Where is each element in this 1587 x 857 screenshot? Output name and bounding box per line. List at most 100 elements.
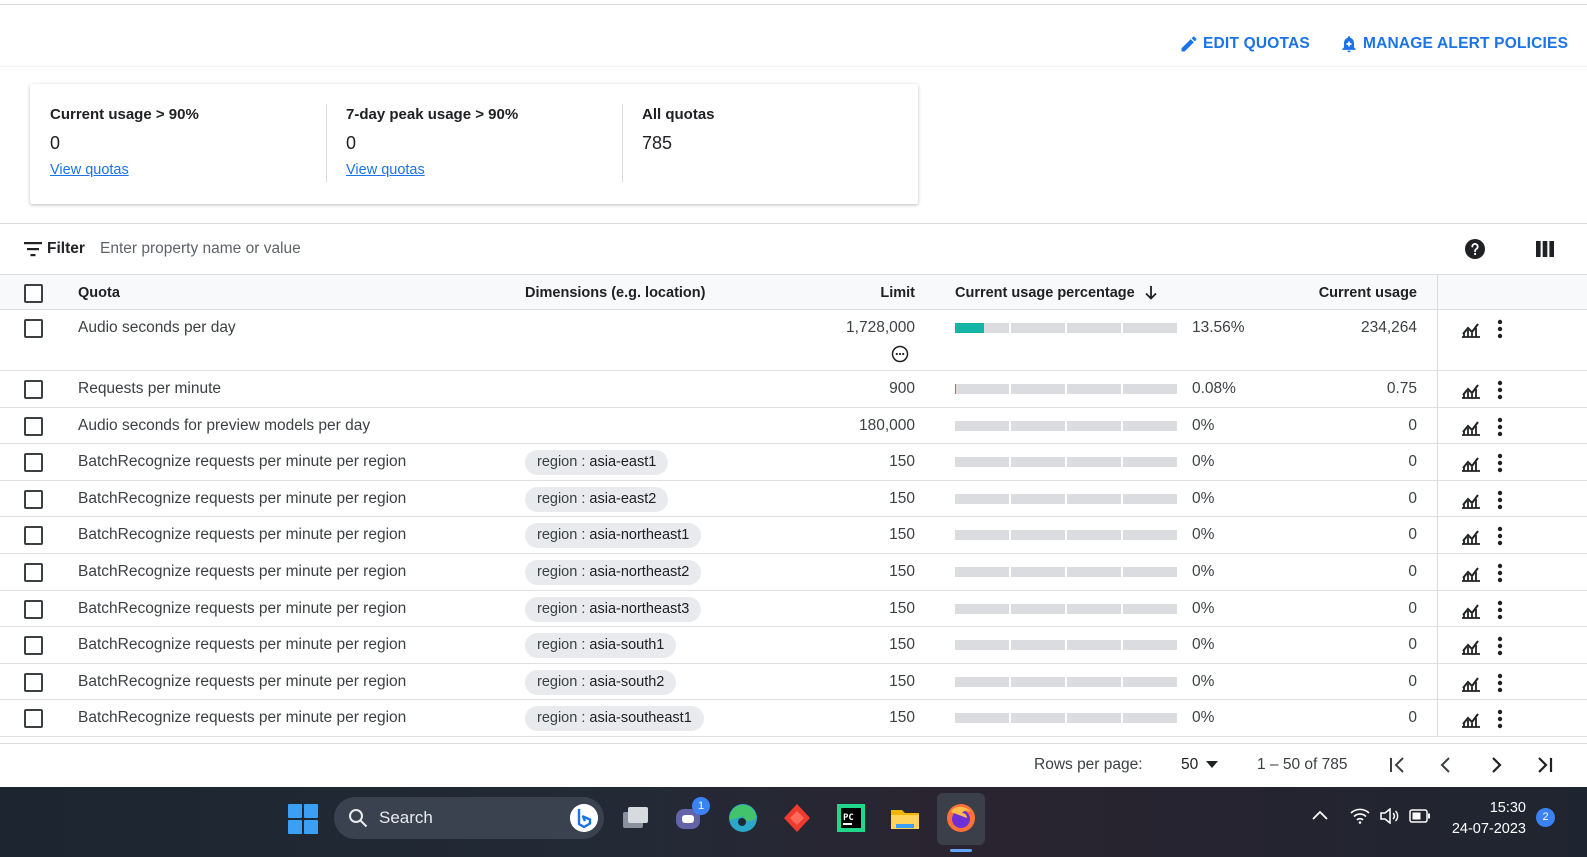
select-all-checkbox[interactable] bbox=[24, 284, 43, 303]
dimension-key: region bbox=[537, 673, 578, 690]
edit-quotas-label: EDIT QUOTAS bbox=[1203, 35, 1310, 52]
row-checkbox[interactable] bbox=[24, 453, 43, 473]
more-vert-icon[interactable] bbox=[1494, 635, 1506, 657]
actions-column-divider bbox=[1437, 699, 1438, 737]
quota-limit: 150 bbox=[889, 709, 915, 727]
more-vert-icon[interactable] bbox=[1494, 489, 1506, 511]
row-checkbox[interactable] bbox=[24, 319, 43, 338]
column-header-quota[interactable]: Quota bbox=[78, 285, 120, 301]
notification-badge[interactable]: 2 bbox=[1536, 808, 1555, 827]
speaker-icon[interactable] bbox=[1380, 808, 1400, 824]
table-row[interactable]: BatchRecognize requests per minute per r… bbox=[0, 516, 1587, 554]
monitoring-chart-icon[interactable] bbox=[1461, 418, 1481, 436]
table-row[interactable]: BatchRecognize requests per minute per r… bbox=[0, 699, 1587, 737]
column-header-current-usage[interactable]: Current usage bbox=[1319, 285, 1417, 301]
column-header-usage-percentage[interactable]: Current usage percentage bbox=[955, 285, 1159, 301]
monitoring-chart-icon[interactable] bbox=[1461, 564, 1481, 582]
more-vert-icon[interactable] bbox=[1494, 562, 1506, 584]
table-row[interactable]: Audio seconds for preview models per day… bbox=[0, 406, 1587, 445]
monitoring-chart-icon[interactable] bbox=[1461, 674, 1481, 692]
table-row[interactable]: BatchRecognize requests per minute per r… bbox=[0, 479, 1587, 518]
battery-icon[interactable] bbox=[1409, 809, 1431, 823]
current-usage: 0 bbox=[1408, 453, 1417, 471]
monitoring-chart-icon[interactable] bbox=[1461, 381, 1481, 399]
column-header-limit[interactable]: Limit bbox=[880, 285, 915, 301]
teams-badge: 1 bbox=[692, 797, 710, 815]
monitoring-chart-icon[interactable] bbox=[1461, 601, 1481, 619]
first-page-icon[interactable] bbox=[1386, 754, 1408, 776]
row-checkbox[interactable] bbox=[24, 672, 43, 692]
usage-progress-bar bbox=[955, 676, 1177, 687]
manage-alert-policies-button[interactable]: MANAGE ALERT POLICIES bbox=[1339, 34, 1568, 54]
filter-icon[interactable] bbox=[24, 241, 42, 257]
quota-name: BatchRecognize requests per minute per r… bbox=[78, 453, 407, 471]
usage-percentage: 0% bbox=[1192, 416, 1215, 434]
column-display-icon[interactable] bbox=[1536, 241, 1554, 257]
actions-column-divider bbox=[1437, 552, 1438, 591]
bing-icon[interactable] bbox=[570, 804, 598, 832]
view-quotas-link[interactable]: View quotas bbox=[346, 162, 425, 178]
windows-start-icon[interactable] bbox=[288, 804, 318, 834]
table-row[interactable]: Requests per minute 900 0.08% 0.75 bbox=[0, 370, 1587, 408]
more-vert-icon[interactable] bbox=[1494, 318, 1506, 340]
quota-name: Audio seconds for preview models per day bbox=[78, 416, 371, 434]
monitoring-chart-icon[interactable] bbox=[1461, 637, 1481, 656]
row-checkbox[interactable] bbox=[24, 526, 43, 546]
caret-down-icon bbox=[1206, 761, 1219, 768]
row-checkbox[interactable] bbox=[24, 709, 43, 729]
more-vert-icon[interactable] bbox=[1494, 379, 1506, 401]
taskbar-search-box[interactable]: Search bbox=[334, 797, 604, 839]
more-vert-icon[interactable] bbox=[1494, 452, 1506, 474]
filter-input[interactable] bbox=[100, 237, 700, 261]
more-vert-icon[interactable] bbox=[1494, 525, 1506, 547]
table-row[interactable]: BatchRecognize requests per minute per r… bbox=[0, 662, 1587, 701]
edge-browser-icon[interactable] bbox=[726, 801, 760, 835]
more-info-icon[interactable] bbox=[891, 345, 909, 363]
dimension-value: asia-south2 bbox=[589, 673, 665, 690]
row-checkbox[interactable] bbox=[24, 599, 43, 619]
table-row[interactable]: BatchRecognize requests per minute per r… bbox=[0, 552, 1587, 591]
chevron-up-icon[interactable] bbox=[1312, 810, 1328, 820]
anydesk-icon[interactable] bbox=[780, 801, 814, 835]
last-page-icon[interactable] bbox=[1534, 754, 1556, 776]
row-checkbox[interactable] bbox=[24, 416, 43, 436]
table-row[interactable]: Audio seconds per day 1,728,000 13.56% 234,… bbox=[0, 309, 1587, 371]
taskbar-clock[interactable]: 15:30 24-07-2023 bbox=[1450, 798, 1526, 840]
monitoring-chart-icon[interactable] bbox=[1461, 320, 1481, 338]
rows-per-page-select[interactable]: 50 bbox=[1181, 756, 1219, 774]
actions-column-divider bbox=[1437, 626, 1438, 664]
monitoring-chart-icon[interactable] bbox=[1461, 710, 1481, 729]
table-row[interactable]: BatchRecognize requests per minute per r… bbox=[0, 443, 1587, 481]
monitoring-chart-icon[interactable] bbox=[1461, 491, 1481, 509]
summary-current-usage: Current usage > 90% 0 View quotas bbox=[30, 84, 326, 204]
help-icon[interactable] bbox=[1465, 239, 1485, 259]
row-checkbox[interactable] bbox=[24, 562, 43, 582]
view-quotas-link[interactable]: View quotas bbox=[50, 162, 129, 178]
dimension-chip: region : asia-south2 bbox=[525, 669, 677, 695]
monitoring-chart-icon[interactable] bbox=[1461, 454, 1481, 473]
table-row[interactable]: BatchRecognize requests per minute per r… bbox=[0, 626, 1587, 664]
pencil-icon bbox=[1181, 36, 1197, 52]
monitoring-chart-icon[interactable] bbox=[1461, 527, 1481, 546]
task-view-icon[interactable] bbox=[618, 801, 652, 835]
row-checkbox[interactable] bbox=[24, 636, 43, 656]
dimension-value: asia-northeast2 bbox=[589, 563, 690, 580]
more-vert-icon[interactable] bbox=[1494, 599, 1506, 621]
row-checkbox[interactable] bbox=[24, 380, 43, 399]
pycharm-icon[interactable]: PC bbox=[834, 801, 868, 835]
table-row[interactable]: BatchRecognize requests per minute per r… bbox=[0, 589, 1587, 628]
more-vert-icon[interactable] bbox=[1494, 672, 1506, 694]
current-usage: 0 bbox=[1408, 526, 1417, 544]
more-vert-icon[interactable] bbox=[1494, 708, 1506, 730]
file-explorer-icon[interactable] bbox=[888, 801, 922, 835]
row-checkbox[interactable] bbox=[24, 489, 43, 509]
edit-quotas-button[interactable]: EDIT QUOTAS bbox=[1179, 34, 1310, 54]
filter-bar: Filter bbox=[0, 224, 1587, 274]
wifi-icon[interactable] bbox=[1350, 808, 1370, 824]
more-vert-icon[interactable] bbox=[1494, 416, 1506, 438]
actions-column-divider bbox=[1437, 589, 1438, 628]
next-page-icon[interactable] bbox=[1485, 754, 1507, 776]
firefox-active-tile[interactable] bbox=[937, 793, 985, 845]
column-header-dimensions[interactable]: Dimensions (e.g. location) bbox=[525, 285, 705, 301]
previous-page-icon[interactable] bbox=[1435, 754, 1457, 776]
